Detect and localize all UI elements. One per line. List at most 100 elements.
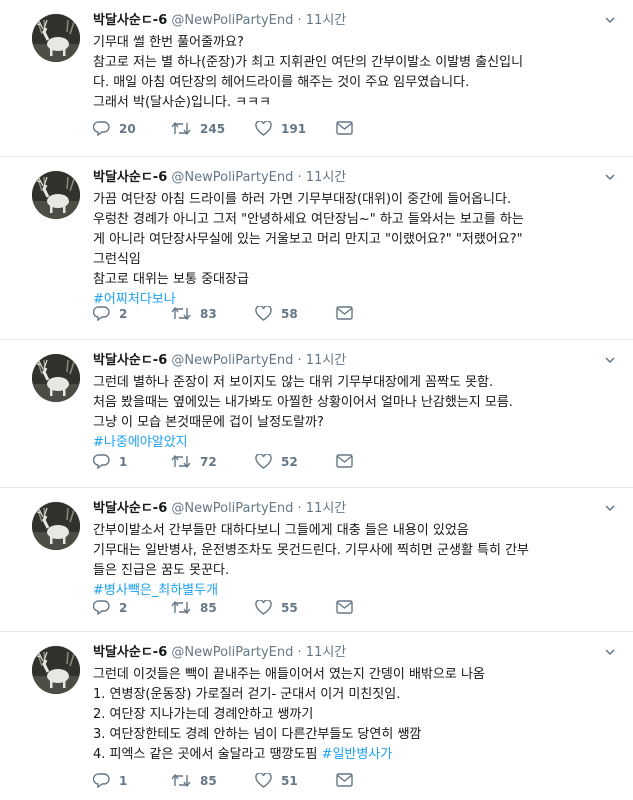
dm-button[interactable] [336, 121, 353, 135]
dm-icon [336, 773, 353, 787]
hashtag-link[interactable]: #병사빽은_최하별두개 [93, 583, 218, 598]
reply-button[interactable]: 2 [93, 306, 127, 321]
timestamp[interactable]: 11시간 [306, 353, 346, 368]
reply-button[interactable]: 1 [93, 454, 127, 469]
retweet-icon [171, 600, 191, 615]
retweet-count: 245 [200, 121, 226, 136]
avatar[interactable] [32, 646, 80, 694]
dm-button[interactable] [336, 306, 353, 320]
tweet-line: 우렁찬 경례가 아니고 그저 "안녕하세요 여단장님~" 하고 들와서는 보고를… [93, 212, 524, 227]
avatar[interactable] [32, 14, 80, 62]
tweet-line: 가끔 여단장 아침 드라이를 하러 가면 기무부대장(대위)이 중간에 들어옵니… [93, 192, 512, 207]
like-count: 58 [281, 306, 298, 321]
reply-button[interactable]: 20 [93, 121, 136, 136]
reply-icon [93, 454, 110, 469]
separator-dot: · [297, 353, 302, 368]
avatar[interactable] [32, 502, 80, 550]
tweet[interactable]: 박달사순ㄷ-6 @NewPoliPartyEnd · 11시간 가끔 여단장 아… [0, 157, 633, 340]
like-icon [255, 773, 272, 788]
retweet-button[interactable]: 245 [171, 121, 225, 136]
tweet-line-with-tag: 4. 피엑스 같은 곳에서 술달라고 땡깡도핌 #일반병사가 [93, 745, 615, 765]
tweet-text: 그런데 별하나 준장이 저 보이지도 않는 대위 기무부대장에게 꼼짝도 못함.… [93, 373, 615, 453]
tweet-header: 박달사순ㄷ-6 @NewPoliPartyEnd · 11시간 [93, 12, 615, 30]
retweet-button[interactable]: 85 [171, 600, 217, 615]
reply-button[interactable]: 2 [93, 600, 127, 615]
tweet-line: 다. 매일 아침 여단장의 헤어드라이를 해주는 것이 주요 임무였습니다. [93, 75, 470, 90]
chevron-down-icon[interactable] [605, 503, 615, 513]
tweet-text: 가끔 여단장 아침 드라이를 하러 가면 기무부대장(대위)이 중간에 들어옵니… [93, 190, 615, 310]
tweet[interactable]: 박달사순ㄷ-6 @NewPoliPartyEnd · 11시간 그런데 이것들은… [0, 632, 633, 800]
reply-icon [93, 600, 110, 615]
reply-icon [93, 306, 110, 321]
tweet-line: 그런데 별하나 준장이 저 보이지도 않는 대위 기무부대장에게 꼼짝도 못함. [93, 375, 494, 390]
reply-count: 2 [119, 306, 128, 321]
tweet-actions: 1 72 52 [93, 454, 373, 474]
dm-icon [336, 306, 353, 320]
dm-button[interactable] [336, 773, 353, 787]
display-name[interactable]: 박달사순ㄷ-6 [93, 170, 167, 185]
user-handle[interactable]: @NewPoliPartyEnd [171, 13, 293, 28]
dm-icon [336, 454, 353, 468]
chevron-down-icon[interactable] [605, 355, 615, 365]
user-handle[interactable]: @NewPoliPartyEnd [171, 353, 293, 368]
user-handle[interactable]: @NewPoliPartyEnd [171, 501, 293, 516]
display-name[interactable]: 박달사순ㄷ-6 [93, 645, 167, 660]
chevron-down-icon[interactable] [605, 15, 615, 25]
timestamp[interactable]: 11시간 [306, 501, 346, 516]
like-button[interactable]: 52 [255, 454, 298, 469]
display-name[interactable]: 박달사순ㄷ-6 [93, 501, 167, 516]
hashtag-link[interactable]: #어찌처다보나 [93, 292, 176, 307]
tweet-line: 게 아니라 여단장사무실에 있는 거울보고 머리 만지고 "이랬어요?" "저랬… [93, 232, 523, 247]
display-name[interactable]: 박달사순ㄷ-6 [93, 13, 167, 28]
like-icon [255, 600, 272, 615]
tweet[interactable]: 박달사순ㄷ-6 @NewPoliPartyEnd · 11시간 간부이발소서 간… [0, 488, 633, 632]
tweet-line: 기무대는 일반병사, 운전병조차도 못건드린다. 기무사에 찍히면 군생활 특히… [93, 543, 530, 558]
like-count: 52 [281, 454, 298, 469]
retweet-icon [171, 773, 191, 788]
hashtag-link[interactable]: #일반병사가 [322, 747, 393, 762]
retweet-button[interactable]: 85 [171, 773, 217, 788]
like-button[interactable]: 58 [255, 306, 298, 321]
like-count: 51 [281, 773, 298, 788]
timestamp[interactable]: 11시간 [306, 13, 346, 28]
retweet-button[interactable]: 72 [171, 454, 217, 469]
timestamp[interactable]: 11시간 [306, 170, 346, 185]
reply-icon [93, 773, 110, 788]
like-button[interactable]: 51 [255, 773, 298, 788]
avatar[interactable] [32, 171, 80, 219]
tweet[interactable]: 박달사순ㄷ-6 @NewPoliPartyEnd · 11시간 기무대 썰 한번… [0, 0, 633, 157]
tweet-actions: 2 83 58 [93, 306, 373, 326]
reply-icon [93, 121, 110, 136]
tweet-actions: 20 245 191 [93, 121, 373, 141]
hashtag-link[interactable]: #나중에야알았지 [93, 435, 188, 450]
dm-button[interactable] [336, 600, 353, 614]
reply-button[interactable]: 1 [93, 773, 127, 788]
retweet-button[interactable]: 83 [171, 306, 217, 321]
tweet-line: 기무대 썰 한번 풀어줄까요? [93, 35, 244, 50]
user-handle[interactable]: @NewPoliPartyEnd [171, 170, 293, 185]
tweet-content: 박달사순ㄷ-6 @NewPoliPartyEnd · 11시간 그런데 이것들은… [93, 644, 615, 765]
tweet-content: 박달사순ㄷ-6 @NewPoliPartyEnd · 11시간 기무대 썰 한번… [93, 12, 615, 113]
chevron-down-icon[interactable] [605, 172, 615, 182]
like-icon [255, 306, 272, 321]
display-name[interactable]: 박달사순ㄷ-6 [93, 353, 167, 368]
retweet-icon [171, 121, 191, 136]
like-button[interactable]: 191 [255, 121, 306, 136]
tweet-line: 참고로 대위는 보통 중대장급 [93, 272, 249, 287]
like-button[interactable]: 55 [255, 600, 298, 615]
timeline: 박달사순ㄷ-6 @NewPoliPartyEnd · 11시간 기무대 썰 한번… [0, 0, 633, 800]
dm-button[interactable] [336, 454, 353, 468]
tweet-line: 그런데 이것들은 빽이 끝내주는 애들이어서 였는지 간뎅이 배밖으로 나옴 [93, 667, 485, 682]
tweet-header: 박달사순ㄷ-6 @NewPoliPartyEnd · 11시간 [93, 644, 615, 662]
chevron-down-icon[interactable] [605, 647, 615, 657]
tweet-text: 간부이발소서 간부들만 대하다보니 그들에게 대충 들은 내용이 있었음 기무대… [93, 521, 615, 601]
tweet[interactable]: 박달사순ㄷ-6 @NewPoliPartyEnd · 11시간 그런데 별하나 … [0, 340, 633, 488]
tweet-line: 2. 여단장 지나가는데 경례안하고 쌩까기 [93, 707, 314, 722]
retweet-count: 72 [200, 454, 217, 469]
reply-count: 1 [119, 454, 128, 469]
tweet-header: 박달사순ㄷ-6 @NewPoliPartyEnd · 11시간 [93, 169, 615, 187]
avatar[interactable] [32, 354, 80, 402]
tweet-content: 박달사순ㄷ-6 @NewPoliPartyEnd · 11시간 간부이발소서 간… [93, 500, 615, 601]
timestamp[interactable]: 11시간 [306, 645, 346, 660]
user-handle[interactable]: @NewPoliPartyEnd [171, 645, 293, 660]
